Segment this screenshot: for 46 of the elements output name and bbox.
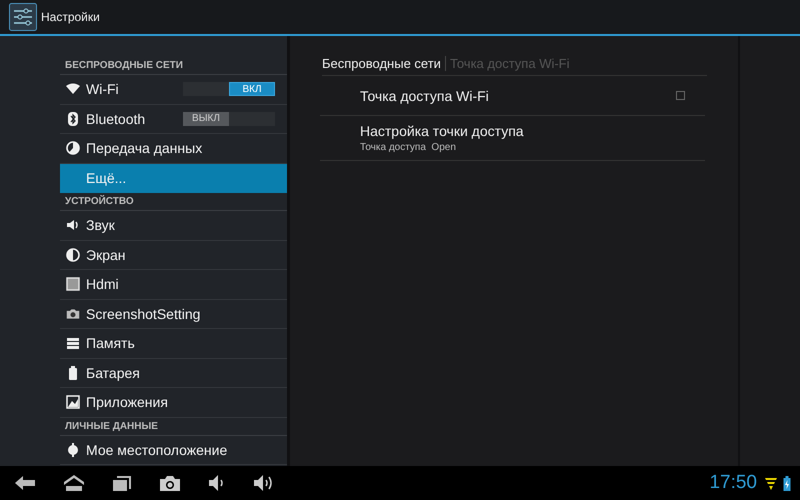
picture-icon bbox=[66, 395, 80, 410]
wifi-signal-icon bbox=[765, 476, 777, 490]
battery-icon bbox=[783, 476, 791, 490]
settings-item[interactable]: Bluetooth ВЫКЛ bbox=[60, 104, 287, 134]
settings-item[interactable]: Приложения bbox=[60, 388, 287, 418]
clock-time: 17:50 bbox=[709, 472, 757, 494]
settings-item[interactable]: Ещё... bbox=[60, 164, 287, 193]
location-icon bbox=[66, 442, 80, 457]
speaker-icon bbox=[66, 218, 80, 232]
settings-item[interactable]: Память bbox=[60, 329, 287, 358]
preference-item[interactable]: Настройка точки доступа Точка доступа Open bbox=[320, 116, 705, 161]
preference-item[interactable]: Точка доступа Wi-Fi bbox=[320, 76, 705, 116]
square-icon bbox=[66, 277, 80, 292]
bluetooth-icon bbox=[68, 112, 78, 126]
breadcrumb-link[interactable]: Беспроводные сети bbox=[322, 56, 441, 70]
settings-app-icon[interactable] bbox=[9, 3, 37, 31]
app-title: Настройки bbox=[41, 10, 100, 24]
camera-icon bbox=[66, 306, 80, 321]
section-header: УСТРОЙСТВО bbox=[60, 193, 287, 211]
preference-summary: Точка доступа Open bbox=[360, 142, 457, 153]
checkbox[interactable] bbox=[676, 91, 685, 100]
preference-title: Настройка точки доступа bbox=[360, 123, 525, 139]
battery-icon bbox=[68, 366, 78, 380]
toggle-switch[interactable]: ВЫКЛ bbox=[183, 112, 275, 126]
settings-item[interactable]: Мое местоположение bbox=[60, 436, 287, 465]
recent-apps-icon[interactable] bbox=[112, 474, 132, 492]
settings-item[interactable]: Hdmi bbox=[60, 270, 287, 300]
settings-item[interactable]: ScreenshotSetting bbox=[60, 300, 287, 329]
camera-icon[interactable] bbox=[159, 474, 181, 492]
section-header: ЛИЧНЫЕ ДАННЫЕ bbox=[60, 418, 287, 436]
home-icon[interactable] bbox=[63, 474, 85, 492]
settings-item[interactable]: Звук bbox=[60, 211, 287, 240]
toggle-thumb: ВКЛ bbox=[229, 82, 275, 96]
back-icon[interactable] bbox=[14, 475, 36, 491]
wifi-icon bbox=[66, 83, 80, 96]
toggle-thumb: ВЫКЛ bbox=[183, 112, 229, 126]
pie-chart-icon bbox=[66, 141, 80, 156]
contrast-icon bbox=[66, 248, 80, 262]
settings-item[interactable]: Батарея bbox=[60, 358, 287, 388]
settings-item[interactable]: Wi-Fi ВКЛ bbox=[60, 75, 287, 104]
settings-item[interactable]: Экран bbox=[60, 240, 287, 270]
breadcrumb-current: Точка доступа Wi-Fi bbox=[444, 56, 570, 70]
toggle-switch[interactable]: ВКЛ bbox=[183, 82, 275, 96]
list-icon bbox=[66, 336, 80, 350]
section-header: БЕСПРОВОДНЫЕ СЕТИ bbox=[60, 57, 287, 75]
preference-title: Точка доступа Wi-Fi bbox=[360, 88, 490, 104]
